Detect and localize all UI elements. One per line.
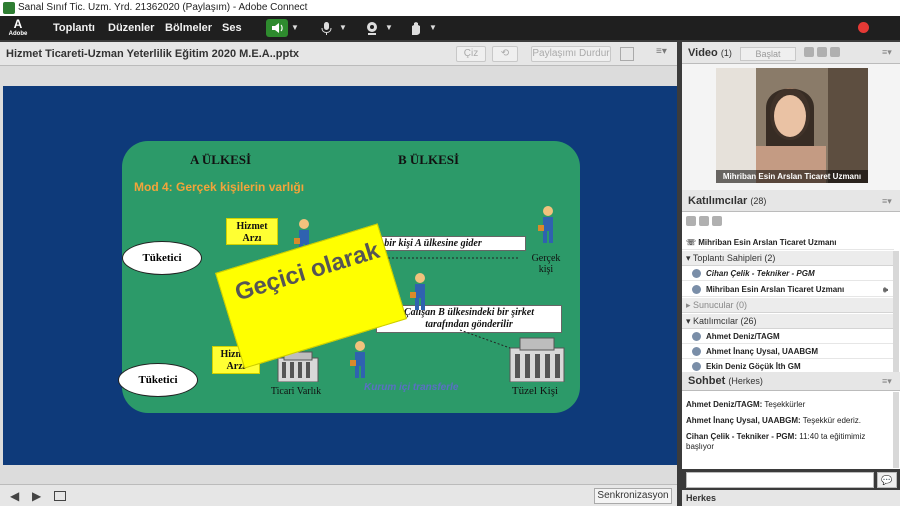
- menu-bolmeler[interactable]: Bölmeler: [165, 16, 212, 40]
- legal-person-label: Tüzel Kişi: [511, 385, 559, 397]
- adobe-logo-icon: A Adobe: [8, 17, 28, 37]
- microphone-dropdown-icon[interactable]: ▼: [338, 19, 348, 37]
- intra-transfer-label: Kurum içi transferle: [364, 382, 459, 393]
- consumer-ellipse-1: Tüketici: [122, 241, 202, 275]
- headset-icon: ☏: [686, 238, 697, 247]
- attendees-pod-header: Katılımcılar (28): [682, 190, 900, 212]
- sync-button[interactable]: Senkronizasyon: [594, 488, 672, 504]
- fullscreen-icon[interactable]: [620, 47, 634, 61]
- service-supply-box-1: Hizmet Arzı: [226, 218, 278, 245]
- draw-button[interactable]: Çiz: [456, 46, 486, 62]
- chat-message: Ahmet Deniz/TAGM: Teşekkürler: [686, 400, 806, 409]
- commercial-presence-label: Ticari Varlık: [270, 386, 322, 397]
- user-icon: [692, 332, 701, 342]
- attendee-self-row[interactable]: ☏ Mihriban Esin Arslan Ticaret Uzmanı: [682, 235, 894, 250]
- webcam-dropdown-icon[interactable]: ▼: [384, 19, 394, 37]
- sidebar-toggle-icon[interactable]: [54, 491, 66, 501]
- attendees-pod-title: Katılımcılar: [688, 195, 748, 207]
- pod-options-icon[interactable]: ≡▾: [656, 46, 667, 57]
- attendee-view-icons[interactable]: [686, 216, 723, 229]
- chat-pod-title: Sohbet: [688, 375, 726, 387]
- video-start-button[interactable]: Başlat: [740, 47, 796, 61]
- speaking-icon: 🕪: [882, 285, 888, 294]
- speaker-icon[interactable]: [266, 19, 288, 37]
- chat-pod-audience: (Herkes): [728, 376, 763, 386]
- share-pod-title: Hizmet Ticareti-Uzman Yeterlilik Eğitim …: [6, 48, 300, 60]
- user-icon: [692, 269, 701, 279]
- chat-input[interactable]: [686, 472, 874, 488]
- adobe-connect-app-icon: [3, 2, 15, 14]
- microphone-icon[interactable]: [314, 19, 338, 37]
- attendees-scrollbar[interactable]: [893, 251, 899, 372]
- chat-message: Cihan Çelik - Tekniker - PGM: 11:40 ta e…: [686, 432, 866, 451]
- attendee-row[interactable]: Ahmet Deniz/TAGM: [682, 329, 894, 344]
- chat-message: Ahmet İnanç Uysal, UAABGM: Teşekkür eder…: [686, 416, 862, 425]
- sync-view-icon[interactable]: ⟲: [492, 46, 518, 62]
- attendees-pod-options-icon[interactable]: ≡▾: [882, 196, 892, 207]
- country-b-heading: B ÜLKESİ: [398, 152, 460, 167]
- chat-pod-header: Sohbet (Herkes): [682, 372, 900, 391]
- chat-audience-selector[interactable]: Herkes: [682, 490, 900, 506]
- worker-figure-icon: [538, 206, 553, 243]
- menu-duzenler[interactable]: Düzenler: [108, 16, 154, 40]
- recording-indicator-icon[interactable]: [858, 22, 869, 33]
- mode-title: Mod 4: Gerçek kişilerin varlığı: [134, 180, 305, 194]
- chat-pod-options-icon[interactable]: ≡▾: [882, 376, 892, 387]
- chat-scrollbar[interactable]: [893, 392, 899, 468]
- participants-section-header[interactable]: ▾ Katılımcılar (26): [682, 314, 894, 329]
- raise-hand-icon[interactable]: [404, 19, 428, 37]
- attendee-row[interactable]: Cihan Çelik - Tekniker - PGM: [682, 266, 894, 281]
- webcam-caption: Mihriban Esin Arslan Ticaret Uzmanı: [716, 170, 868, 183]
- consumer-ellipse-2: Tüketici: [118, 363, 198, 397]
- user-icon: [692, 362, 701, 372]
- presenters-section-header[interactable]: ▸ Sunucular (0): [682, 298, 894, 313]
- status-dropdown-icon[interactable]: ▼: [428, 19, 438, 37]
- natural-person-label: Gerçek kişi: [531, 253, 561, 275]
- menu-ses[interactable]: Ses: [222, 16, 242, 40]
- previous-slide-icon[interactable]: ◀: [10, 489, 19, 503]
- attendees-pod-count: (28): [750, 196, 767, 206]
- webcam-icon[interactable]: [360, 19, 384, 37]
- attendee-row[interactable]: Mihriban Esin Arslan Ticaret Uzmanı 🕪: [682, 282, 894, 297]
- webcam-feed: [716, 68, 868, 183]
- video-pod-title: Video: [688, 47, 718, 59]
- window-title: Sanal Sınıf Tic. Uzm. Yrd. 21362020 (Pay…: [18, 2, 308, 13]
- stop-sharing-button[interactable]: Paylaşımı Durdur: [531, 46, 611, 62]
- video-pod-count: (1): [720, 48, 732, 58]
- user-icon: [692, 347, 701, 357]
- country-a-heading: A ÜLKESİ: [190, 152, 252, 167]
- next-slide-icon[interactable]: ▶: [32, 489, 41, 503]
- menu-toplanti[interactable]: Toplantı: [53, 16, 95, 40]
- share-pod-footer: [0, 484, 677, 506]
- attendee-row[interactable]: Ahmet İnanç Uysal, UAABGM: [682, 344, 894, 359]
- speaker-dropdown-icon[interactable]: ▼: [290, 19, 300, 37]
- chat-send-icon[interactable]: 💬: [877, 472, 897, 488]
- video-pod-options-icon[interactable]: ≡▾: [882, 47, 892, 58]
- hosts-section-header[interactable]: ▾ Toplantı Sahipleri (2): [682, 251, 894, 266]
- video-layout-icon[interactable]: [804, 47, 841, 60]
- window-titlebar: Sanal Sınıf Tic. Uzm. Yrd. 21362020 (Pay…: [0, 0, 900, 16]
- user-icon: [692, 285, 701, 295]
